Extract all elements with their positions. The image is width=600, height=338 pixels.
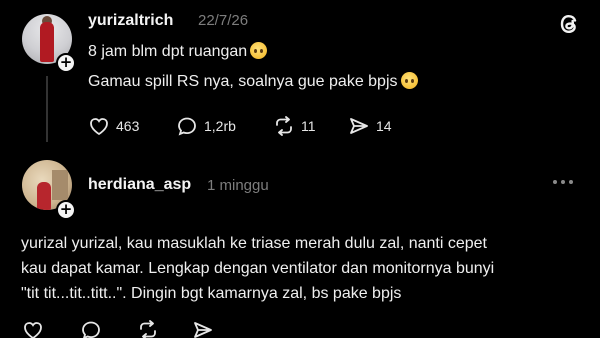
repost-icon xyxy=(276,116,292,136)
share-button[interactable]: 14 xyxy=(348,116,392,136)
heart-icon xyxy=(24,322,42,338)
share-count: 14 xyxy=(376,118,392,134)
repost-button[interactable]: 11 xyxy=(273,116,316,136)
comment-bubble-icon xyxy=(178,117,196,136)
comment-bubble-icon xyxy=(82,321,100,338)
post-text: Gamau spill RS nya, soalnya gue pake bpj… xyxy=(88,73,398,90)
threads-logo-icon[interactable] xyxy=(556,11,582,37)
send-icon xyxy=(350,118,368,134)
post-text: 8 jam blm dpt ruangan xyxy=(88,43,248,60)
follow-plus-icon[interactable]: + xyxy=(56,53,76,73)
comment-button[interactable]: 1,2rb xyxy=(176,116,236,136)
username[interactable]: herdiana_asp xyxy=(88,176,191,194)
send-icon xyxy=(194,322,212,338)
post-text-line: Gamau spill RS nya, soalnya gue pake bpj… xyxy=(88,72,418,91)
repost-button[interactable] xyxy=(137,320,159,338)
avatar-figure xyxy=(40,22,54,62)
reply-time: 1 minggu xyxy=(207,177,269,194)
like-button[interactable] xyxy=(22,320,44,338)
username[interactable]: yurizaltrich xyxy=(88,12,173,30)
heart-icon xyxy=(90,118,108,136)
reply-text-line: kau dapat kamar. Lengkap dengan ventilat… xyxy=(21,260,495,277)
post-date: 22/7/26 xyxy=(198,12,249,29)
like-count: 463 xyxy=(116,118,140,134)
more-dots-icon[interactable] xyxy=(553,180,573,184)
thread-connector-line xyxy=(46,76,48,142)
repost-icon xyxy=(140,320,156,338)
like-button[interactable]: 463 xyxy=(88,116,139,136)
worried-face-emoji xyxy=(250,42,268,59)
follow-plus-icon[interactable]: + xyxy=(56,200,76,220)
avatar-figure xyxy=(37,182,51,210)
comment-button[interactable] xyxy=(80,320,102,338)
repost-count: 11 xyxy=(301,118,316,134)
reply-text-line: yurizal yurizal, kau masuklah ke triase … xyxy=(21,235,487,252)
share-button[interactable] xyxy=(192,320,214,338)
post-text-line: 8 jam blm dpt ruangan xyxy=(88,42,268,61)
reply-text-line: "tit tit...tit..titt..". Dingin bgt kama… xyxy=(21,285,402,302)
comment-count: 1,2rb xyxy=(204,118,236,134)
pleading-face-emoji xyxy=(400,72,418,89)
avatar-background xyxy=(52,170,68,200)
